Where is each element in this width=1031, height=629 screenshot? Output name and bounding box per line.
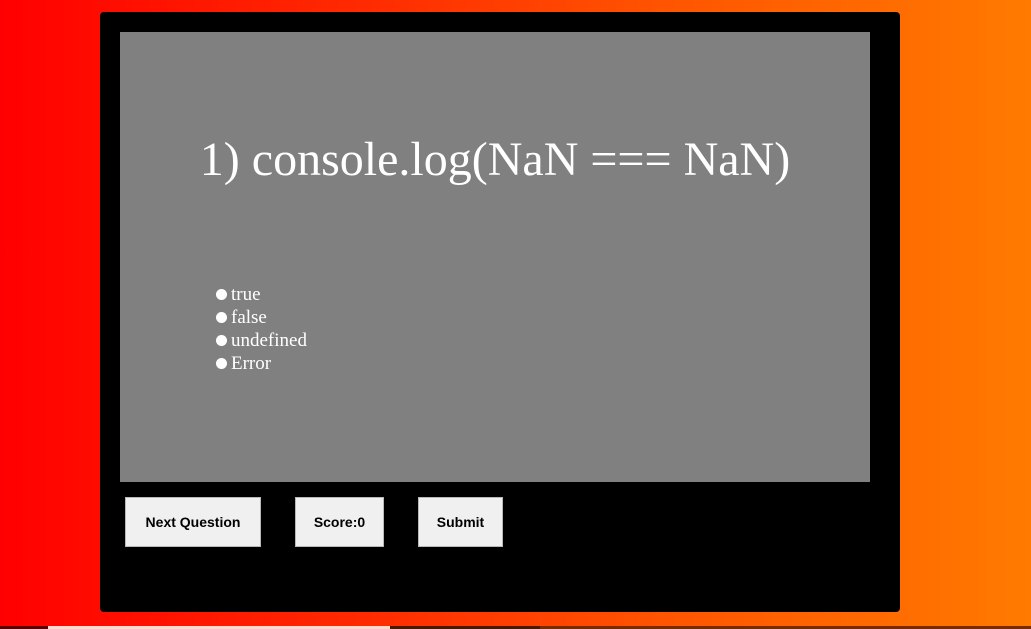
option-label: false: [231, 306, 267, 328]
radio-icon[interactable]: [216, 358, 227, 369]
option-label: undefined: [231, 329, 307, 351]
next-question-button[interactable]: Next Question: [125, 497, 261, 547]
score-button[interactable]: Score:0: [295, 497, 384, 547]
option-false[interactable]: false: [216, 306, 307, 329]
question-text: 1) console.log(NaN === NaN): [199, 133, 791, 186]
option-undefined[interactable]: undefined: [216, 329, 307, 352]
question-area: 1) console.log(NaN === NaN) true false u…: [120, 32, 870, 482]
option-label: Error: [231, 352, 272, 374]
quiz-panel: 1) console.log(NaN === NaN) true false u…: [100, 12, 900, 612]
option-true[interactable]: true: [216, 283, 307, 306]
radio-icon[interactable]: [216, 335, 227, 346]
answer-options: true false undefined Error: [216, 283, 307, 375]
option-label: true: [231, 283, 261, 305]
submit-button[interactable]: Submit: [418, 497, 503, 547]
option-error[interactable]: Error: [216, 352, 307, 375]
radio-icon[interactable]: [216, 312, 227, 323]
radio-icon[interactable]: [216, 289, 227, 300]
